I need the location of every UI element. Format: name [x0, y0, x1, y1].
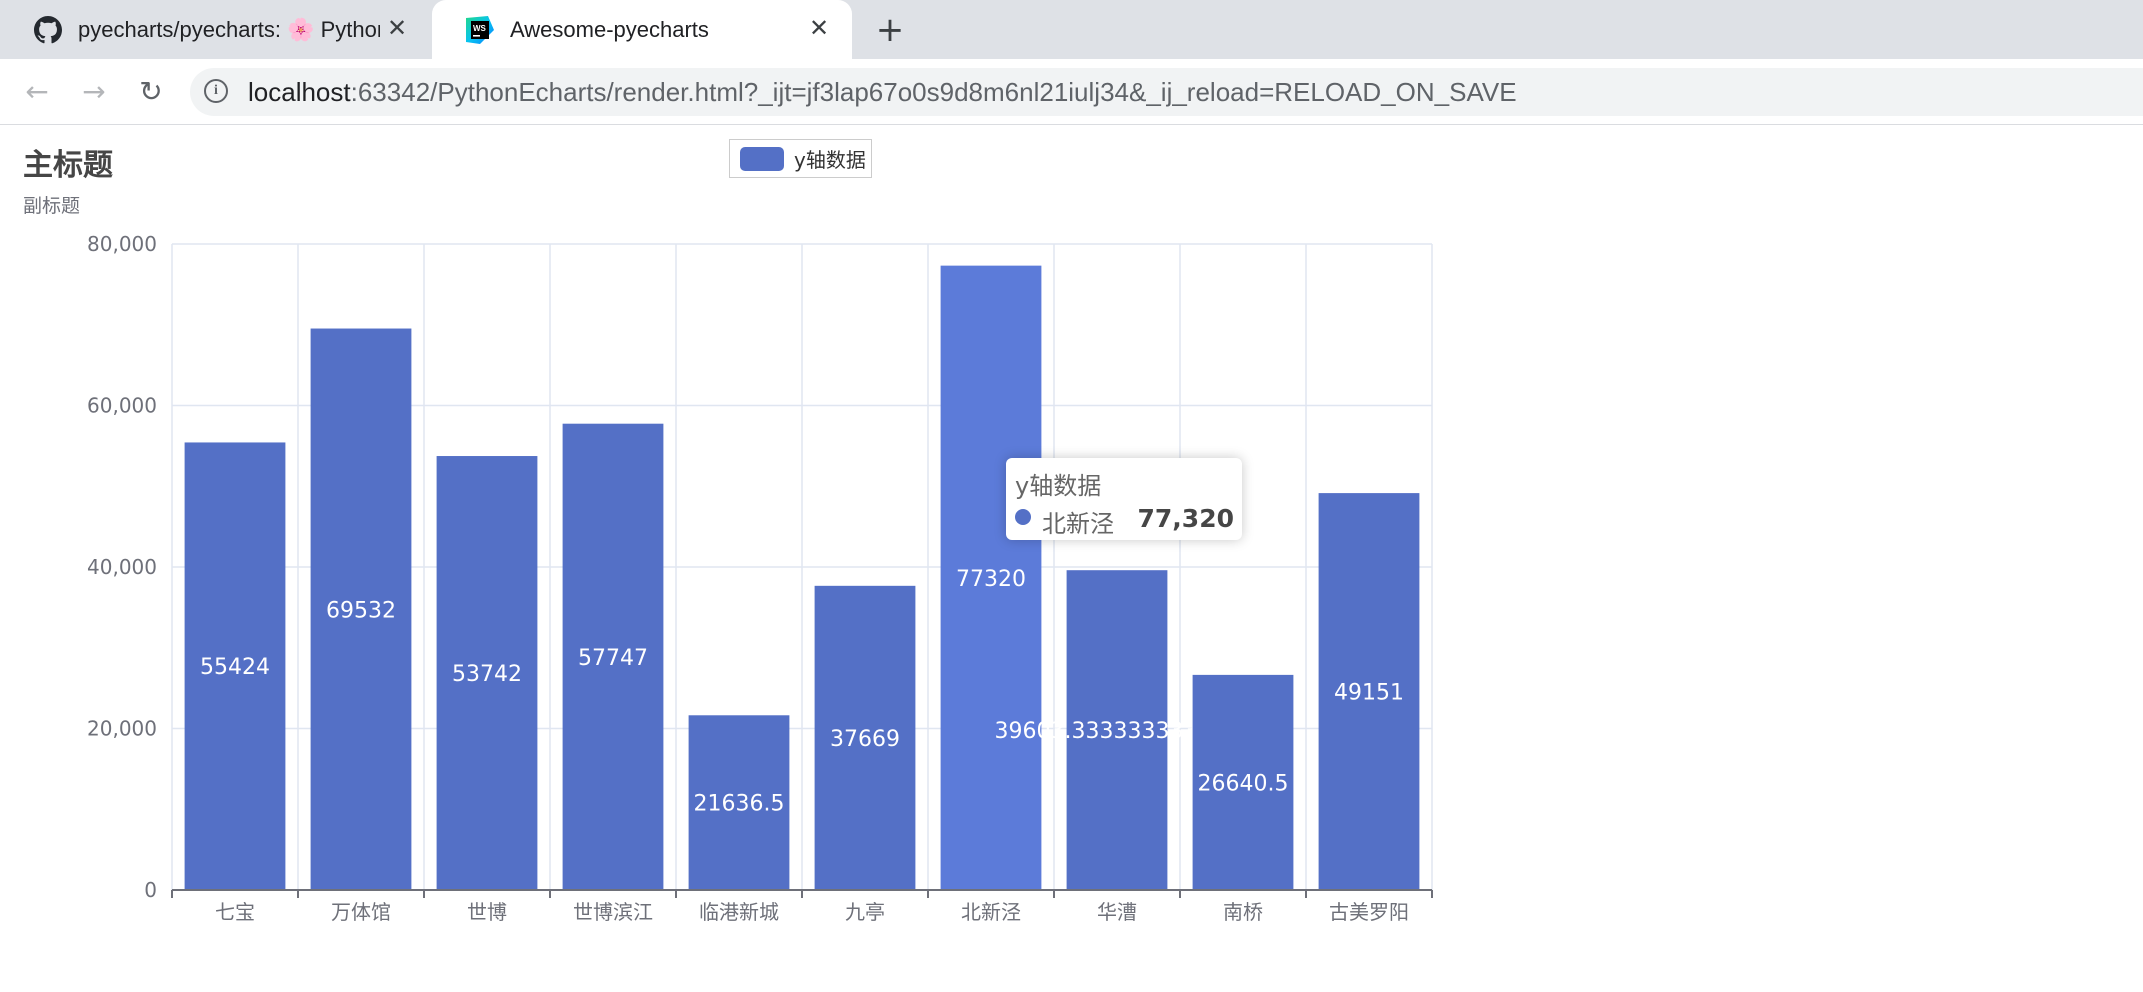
bar-data-label: 49151 [1334, 681, 1404, 706]
tooltip-title: y轴数据 [1015, 472, 1102, 500]
bar-data-label: 53742 [452, 662, 522, 687]
y-tick-label: 20,000 [87, 717, 157, 741]
x-tick-label: 北新泾 [961, 900, 1021, 924]
x-tick-label: 世博 [467, 900, 507, 924]
tooltip-marker [1015, 509, 1031, 525]
x-tick-label: 七宝 [215, 900, 255, 924]
bar-data-label: 55424 [200, 655, 270, 680]
bar-data-label: 57747 [578, 646, 648, 671]
x-tick-label: 华漕 [1097, 900, 1137, 924]
bar-data-label: 26640.5 [1198, 771, 1289, 796]
tooltip-value: 77,320 [1137, 504, 1234, 533]
y-tick-label: 0 [144, 878, 157, 902]
x-tick-label: 南桥 [1223, 900, 1263, 924]
bar-data-label: 69532 [326, 598, 396, 623]
y-tick-label: 80,000 [87, 232, 157, 256]
x-tick-label: 世博滨江 [573, 900, 653, 924]
tooltip-name: 北新泾 [1042, 510, 1114, 538]
x-tick-label: 万体馆 [331, 900, 391, 924]
x-tick-label: 九亭 [845, 900, 885, 924]
bar-data-label: 77320 [956, 567, 1026, 592]
bar-data-label: 37669 [830, 727, 900, 752]
y-tick-label: 60,000 [87, 394, 157, 418]
bar-data-label: 21636.5 [694, 792, 785, 817]
x-tick-label: 古美罗阳 [1329, 900, 1409, 924]
x-tick-label: 临港新城 [699, 900, 779, 924]
chart-tooltip: y轴数据 北新泾 77,320 [1006, 458, 1242, 540]
y-tick-label: 40,000 [87, 555, 157, 579]
